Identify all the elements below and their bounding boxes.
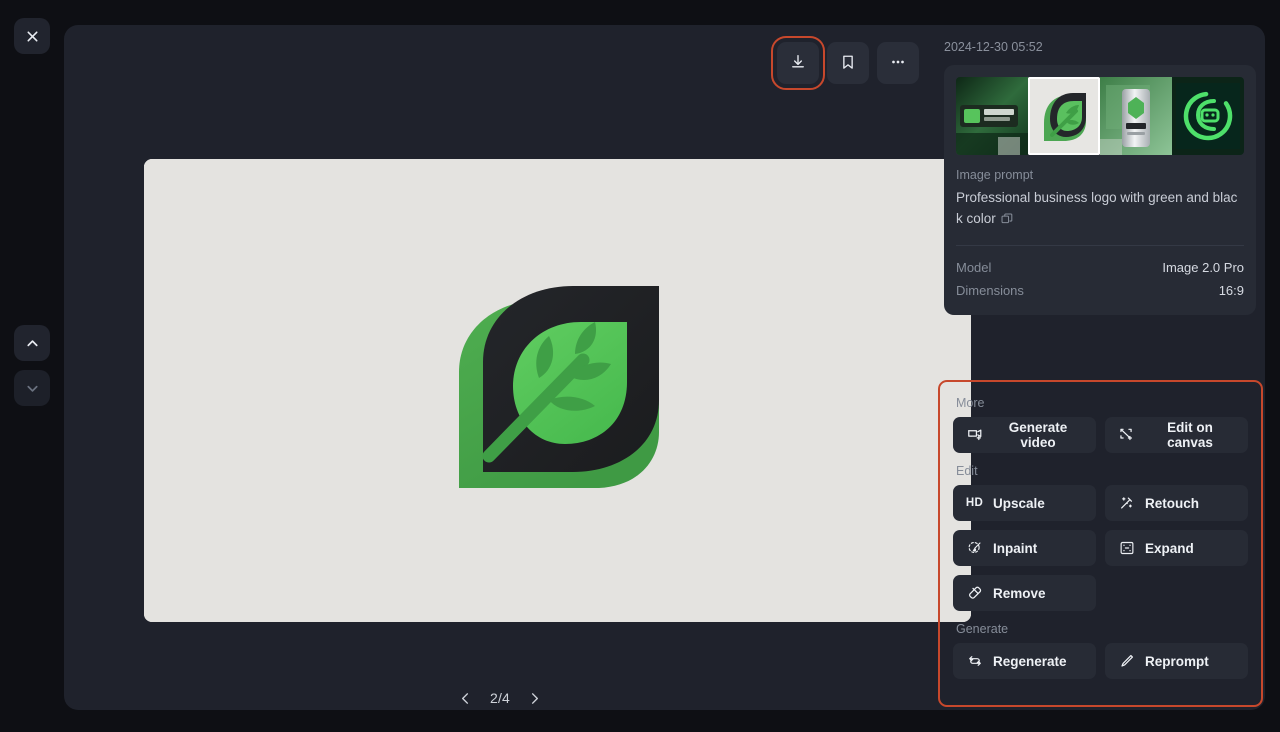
group-label-generate: Generate xyxy=(956,622,1009,636)
edit-on-canvas-button[interactable]: Edit on canvas xyxy=(1105,417,1248,453)
more-button-grid: Generate video Edit on canvas xyxy=(953,417,1248,453)
reprompt-button[interactable]: Reprompt xyxy=(1105,643,1248,679)
image-pagination: 2/4 xyxy=(64,690,936,706)
generation-timestamp: 2024-12-30 05:52 xyxy=(944,40,1043,54)
inpaint-label: Inpaint xyxy=(993,540,1038,556)
magic-wand-icon xyxy=(1118,495,1135,511)
thumb-circle-monogram[interactable] xyxy=(1172,77,1244,155)
expand-label: Expand xyxy=(1145,540,1194,556)
info-sidebar: 2024-12-30 05:52 Image prompt Profession… xyxy=(936,25,1265,710)
metadata-key: Model xyxy=(956,260,992,275)
prompt-label: Image prompt xyxy=(956,168,1034,182)
hd-icon: HD xyxy=(965,497,984,509)
edit-on-canvas-label: Edit on canvas xyxy=(1167,420,1213,450)
image-canvas[interactable] xyxy=(144,159,971,622)
generate-button-grid: Regenerate Reprompt xyxy=(953,643,1248,679)
edit-button-grid: HD Upscale Retouch Inpaint Expand Remove xyxy=(953,485,1248,611)
ellipsis-icon xyxy=(889,53,907,74)
regenerate-button[interactable]: Regenerate xyxy=(953,643,1096,679)
group-label-more: More xyxy=(956,396,985,410)
refresh-arrows-icon xyxy=(966,653,983,669)
pagination-label: 2/4 xyxy=(489,690,511,706)
next-image-button[interactable] xyxy=(14,370,50,406)
regenerate-label: Regenerate xyxy=(993,653,1067,669)
prompt-text: Professional business logo with green an… xyxy=(956,187,1244,231)
thumbnail-strip xyxy=(956,77,1244,155)
video-frame-plus-icon xyxy=(966,427,983,443)
pagination-next-button[interactable] xyxy=(527,691,542,706)
retouch-button[interactable]: Retouch xyxy=(1105,485,1248,521)
expand-button[interactable]: Expand xyxy=(1105,530,1248,566)
thumb-leaf-logo[interactable] xyxy=(1028,77,1100,155)
remove-button[interactable]: Remove xyxy=(953,575,1096,611)
inpaint-button[interactable]: Inpaint xyxy=(953,530,1096,566)
generate-video-label: Generate video xyxy=(1008,420,1068,450)
left-rail xyxy=(0,0,64,732)
pagination-prev-button[interactable] xyxy=(458,691,473,706)
viewer-toolbar xyxy=(64,25,936,101)
metadata-value: 16:9 xyxy=(1218,283,1244,298)
metadata-card: Image prompt Professional business logo … xyxy=(944,65,1256,315)
bookmark-button[interactable] xyxy=(827,42,869,84)
reprompt-label: Reprompt xyxy=(1145,653,1209,669)
prompt-value: Professional business logo with green an… xyxy=(956,190,1238,226)
download-icon xyxy=(789,53,807,74)
close-icon xyxy=(25,29,40,44)
remove-label: Remove xyxy=(993,585,1046,601)
brush-circle-icon xyxy=(966,540,983,556)
thumb-keyboard-logo[interactable] xyxy=(956,77,1028,155)
generated-leaf-logo xyxy=(423,260,693,522)
actions-panel: More Generate video Edit on canvas Edit … xyxy=(938,380,1263,707)
metadata-value: Image 2.0 Pro xyxy=(1162,260,1244,275)
expand-frame-icon xyxy=(1118,540,1135,556)
chevron-up-icon xyxy=(25,336,40,351)
metadata-row-dimensions: Dimensions 16:9 xyxy=(956,279,1244,302)
upscale-label: Upscale xyxy=(993,495,1045,511)
bookmark-icon xyxy=(839,53,857,74)
chevron-down-icon xyxy=(25,381,40,396)
main-panel: 2/4 2024-12-30 05:52 Image prompt Profes… xyxy=(64,25,1265,710)
retouch-label: Retouch xyxy=(1145,495,1199,511)
canvas-frame-plus-icon xyxy=(1118,427,1135,443)
download-button[interactable] xyxy=(771,36,825,90)
eraser-icon xyxy=(966,585,983,601)
metadata-key: Dimensions xyxy=(956,283,1024,298)
thumb-espert-can[interactable] xyxy=(1100,77,1172,155)
generate-video-button[interactable]: Generate video xyxy=(953,417,1096,453)
upscale-button[interactable]: HD Upscale xyxy=(953,485,1096,521)
image-viewer: 2/4 xyxy=(64,25,971,710)
more-options-button[interactable] xyxy=(877,42,919,84)
metadata-divider xyxy=(956,245,1244,246)
metadata-row-model: Model Image 2.0 Pro xyxy=(956,256,1244,279)
close-button[interactable] xyxy=(14,18,50,54)
pencil-icon xyxy=(1118,653,1135,669)
group-label-edit: Edit xyxy=(956,464,978,478)
copy-icon[interactable] xyxy=(1001,210,1013,231)
previous-image-button[interactable] xyxy=(14,325,50,361)
